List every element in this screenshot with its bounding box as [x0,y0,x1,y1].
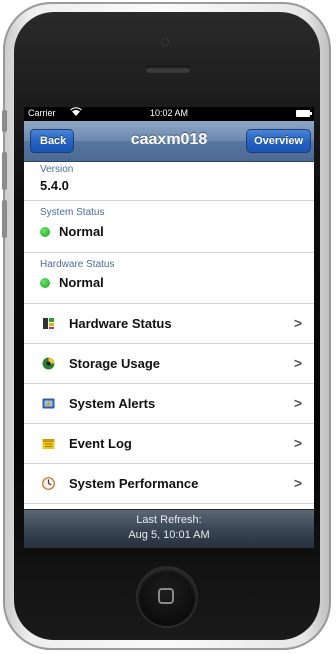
info-row-hardware-status: Hardware Status Normal [24,253,314,304]
info-value: 5.4.0 [40,178,69,193]
earpiece-speaker [145,66,191,73]
menu-list: Hardware Status > Storage Usage > System… [24,304,314,504]
menu-item-label: System Alerts [69,396,156,411]
info-value: Normal [59,224,104,239]
menu-item-system-alerts[interactable]: System Alerts > [24,384,314,424]
chevron-right-icon: > [293,355,302,371]
volume-up-button [2,152,7,190]
menu-item-storage-usage[interactable]: Storage Usage > [24,344,314,384]
hardware-icon [42,317,55,330]
home-square-icon [158,588,174,604]
info-value-row: Normal [40,275,298,290]
info-row-system-status: System Status Normal [24,201,314,253]
overview-button[interactable]: Overview [246,129,311,153]
info-label: Hardware Status [40,259,115,270]
last-refresh-label: Last Refresh: [136,514,202,526]
chevron-right-icon: > [293,435,302,451]
menu-item-label: Event Log [69,436,132,451]
app-screen: Carrier 10:02 AM Back caaxm018 Overview … [24,107,314,548]
info-row-version: Version 5.4.0 [24,162,314,201]
info-section: Version 5.4.0 System Status Normal Hardw… [24,162,314,304]
menu-item-label: Storage Usage [69,356,161,371]
alerts-icon [42,397,55,410]
menu-item-event-log[interactable]: Event Log > [24,424,314,464]
status-dot-icon [40,227,50,237]
mute-switch [2,110,7,132]
storage-icon [42,357,55,370]
home-button[interactable] [138,568,196,626]
status-dot-icon [40,278,50,288]
info-label: Version [40,164,74,175]
menu-item-label: Hardware Status [69,316,172,331]
event-log-icon [42,437,55,450]
chevron-right-icon: > [293,315,302,331]
menu-item-hardware-status[interactable]: Hardware Status > [24,304,314,344]
chevron-right-icon: > [293,475,302,491]
last-refresh-value: Aug 5, 10:01 AM [128,529,210,541]
last-refresh-bar: Last Refresh: Aug 5, 10:01 AM [24,509,314,548]
navigation-bar: Back caaxm018 Overview [24,121,314,162]
front-camera [161,38,169,46]
status-time: 10:02 AM [149,108,189,118]
status-bar: Carrier 10:02 AM [24,107,314,121]
info-label: System Status [40,207,105,218]
info-value: Normal [59,275,104,290]
menu-item-system-performance[interactable]: System Performance > [24,464,314,504]
chevron-right-icon: > [293,395,302,411]
performance-icon [42,477,55,490]
menu-item-label: System Performance [69,476,199,491]
volume-down-button [2,200,7,238]
battery-icon [296,110,312,117]
info-value-row: Normal [40,224,298,239]
